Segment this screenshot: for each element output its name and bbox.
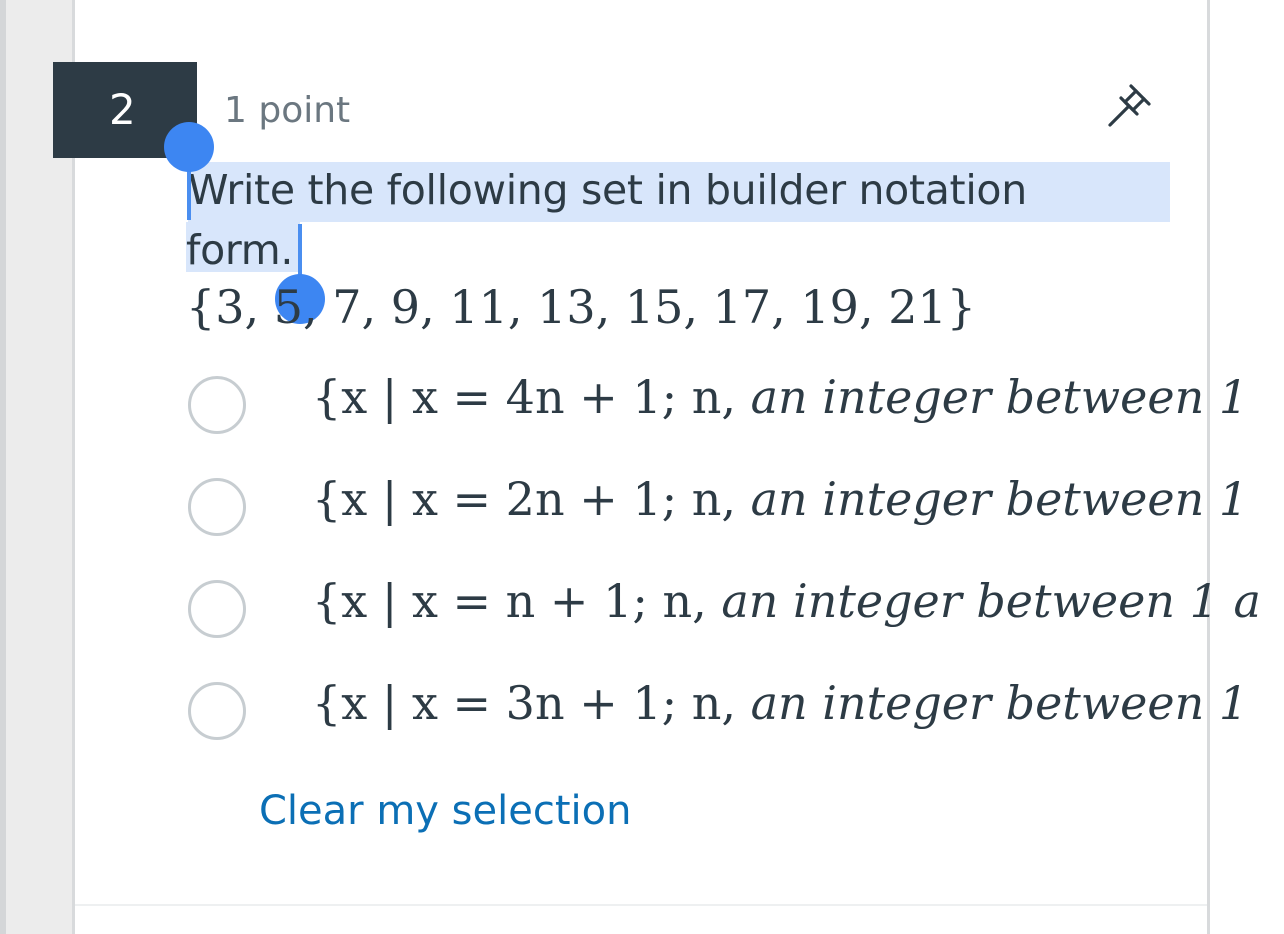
option-expression: {x | x = 3n + 1; n, (312, 676, 736, 730)
radio-button[interactable] (188, 682, 246, 740)
radio-button[interactable] (188, 478, 246, 536)
question-set: {3, 5, 7, 9, 11, 13, 15, 17, 19, 21} (186, 280, 976, 334)
quiz-page: 2 1 point Write the following set in bui… (0, 0, 1284, 934)
option-expression: {x | x = 2n + 1; n, (312, 472, 736, 526)
answer-option[interactable]: {x | x = 3n + 1; n, an integer between 1 (186, 672, 1284, 752)
radio-button[interactable] (188, 580, 246, 638)
radio-button[interactable] (188, 376, 246, 434)
question-points: 1 point (224, 90, 351, 131)
option-text: {x | x = n + 1; n, an integer between 1 … (312, 574, 1261, 628)
option-text: {x | x = 4n + 1; n, an integer between 1 (312, 370, 1248, 424)
question-card (72, 0, 1210, 934)
pin-icon[interactable] (1100, 80, 1160, 132)
answer-option[interactable]: {x | x = 2n + 1; n, an integer between 1 (186, 468, 1284, 548)
clear-selection-link[interactable]: Clear my selection (259, 788, 631, 834)
option-description: an integer between 1 (750, 370, 1249, 424)
option-description: an integer between 1 (750, 676, 1249, 730)
left-edge (0, 0, 6, 934)
question-text-line1: Write the following set in builder notat… (188, 166, 1027, 214)
option-expression: {x | x = n + 1; n, (312, 574, 707, 628)
option-description: an integer between 1 (750, 472, 1249, 526)
selection-end-caret (298, 224, 302, 276)
question-text-line2: form. (186, 226, 294, 274)
answer-option[interactable]: {x | x = n + 1; n, an integer between 1 … (186, 570, 1284, 650)
option-description: an integer between 1 a (721, 574, 1261, 628)
option-text: {x | x = 3n + 1; n, an integer between 1 (312, 676, 1248, 730)
option-expression: {x | x = 4n + 1; n, (312, 370, 736, 424)
right-gutter (1210, 0, 1284, 934)
card-divider (75, 904, 1207, 906)
answer-option[interactable]: {x | x = 4n + 1; n, an integer between 1 (186, 366, 1284, 446)
option-text: {x | x = 2n + 1; n, an integer between 1 (312, 472, 1248, 526)
selection-start-handle[interactable] (164, 122, 214, 172)
